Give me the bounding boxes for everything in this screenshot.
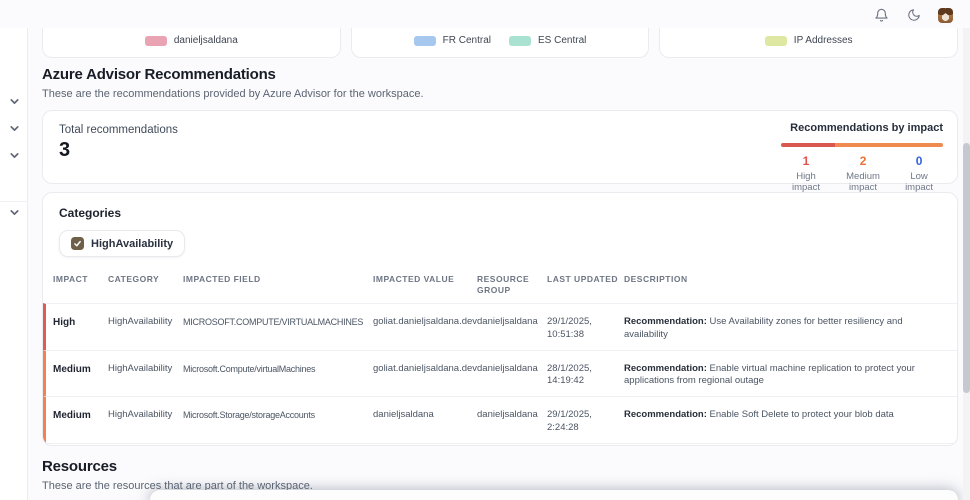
cell-category: HighAvailability	[108, 362, 173, 374]
col-header-category: CATEGORY	[108, 274, 160, 284]
legend-cards-row: danieljsaldana FR Central ES Central IP …	[42, 28, 959, 58]
cell-description: Recommendation: Enable Soft Delete to pr…	[624, 409, 949, 422]
legend-swatch	[509, 35, 531, 46]
legend-label: IP Addresses	[793, 35, 853, 46]
cell-resource-group: danieljsaldana	[477, 409, 538, 421]
chevron-down-icon[interactable]	[8, 122, 21, 135]
table-row[interactable]: Medium HighAvailability Microsoft.Comput…	[43, 349, 957, 397]
impact-distribution-bar	[781, 143, 943, 147]
cell-impact: Medium	[53, 363, 91, 375]
cell-last-updated: 29/1/2025, 10:51:38	[547, 315, 592, 340]
table-header-row: IMPACT CATEGORY IMPACTED FIELD IMPACTED …	[43, 270, 957, 303]
categories-title: Categories	[59, 206, 122, 220]
cell-impacted-value: goliat.danieljsaldana.dev	[373, 362, 478, 374]
legend-swatch	[413, 35, 436, 46]
medium-impact-count: 2	[859, 154, 867, 168]
legend-item[interactable]: ES Central	[509, 35, 586, 46]
advisor-section-header: Azure Advisor Recommendations These are …	[42, 66, 424, 100]
high-impact-count: 1	[802, 154, 810, 168]
page-title: Azure Advisor Recommendations	[42, 66, 276, 83]
low-impact-label: Low impact	[905, 171, 934, 193]
recommendations-table: IMPACT CATEGORY IMPACTED FIELD IMPACTED …	[43, 270, 957, 445]
resources-title: Resources	[42, 458, 117, 475]
col-header-impacted-value: IMPACTED VALUE	[373, 274, 455, 284]
medium-impact-label: Medium impact	[846, 171, 880, 193]
description-label: Recommendation:	[624, 362, 707, 374]
legend-card-resource-groups: danieljsaldana	[42, 28, 341, 58]
legend-item[interactable]: FR Central	[413, 35, 491, 46]
high-impact-stat: 1 High impact	[781, 154, 831, 193]
legend-label: danieljsaldana	[173, 35, 238, 46]
cell-last-updated: 28/1/2025, 14:19:42	[547, 362, 592, 387]
category-chip-highavailability[interactable]: HighAvailability	[59, 230, 186, 257]
legend-item[interactable]: danieljsaldana	[144, 35, 238, 46]
medium-impact-stat: 2 Medium impact	[831, 154, 895, 193]
impact-title: Recommendations by impact	[790, 122, 943, 134]
cell-category: HighAvailability	[108, 409, 173, 421]
page-scrollbar-thumb[interactable]	[963, 143, 970, 393]
description-label: Recommendation:	[624, 409, 707, 421]
high-impact-label: High impact	[791, 171, 820, 193]
category-chip-label: HighAvailability	[91, 237, 174, 250]
cell-last-updated: 29/1/2025, 2:24:28	[547, 409, 592, 433]
legend-card-regions: FR Central ES Central	[350, 28, 650, 58]
left-sidebar	[0, 0, 28, 500]
description-label: Recommendation:	[624, 315, 707, 327]
col-header-impact: IMPACT	[53, 274, 88, 284]
legend-card-resource-types: IP Addresses	[659, 28, 959, 58]
cell-impact: High	[53, 316, 76, 328]
low-impact-count: 0	[915, 154, 923, 168]
top-bar	[0, 0, 963, 28]
legend-item[interactable]: IP Addresses	[764, 35, 853, 46]
cell-description: Recommendation: Use Availability zones f…	[624, 316, 949, 342]
theme-toggle-moon-icon[interactable]	[905, 6, 923, 24]
legend-swatch	[764, 35, 787, 46]
resources-card-top-edge	[150, 490, 958, 500]
resources-section-header: Resources These are the resources that a…	[42, 458, 313, 492]
page-scrollbar-track[interactable]	[963, 28, 970, 500]
col-header-impacted-field: IMPACTED FIELD	[183, 274, 261, 284]
impact-bar-high-segment	[781, 143, 835, 147]
notifications-bell-icon[interactable]	[872, 6, 890, 24]
cell-impacted-value: danieljsaldana	[373, 409, 434, 421]
page-subtitle: These are the recommendations provided b…	[42, 88, 424, 100]
sidebar-divider	[0, 201, 28, 202]
chevron-down-icon[interactable]	[8, 149, 21, 162]
legend-swatch	[144, 35, 167, 46]
col-header-description: DESCRIPTION	[624, 274, 688, 284]
cell-description: Recommendation: Enable virtual machine r…	[624, 363, 949, 389]
total-recommendations: Total recommendations 3	[59, 124, 178, 162]
chevron-down-icon[interactable]	[8, 206, 21, 219]
recommendations-by-impact: Recommendations by impact 1 High impact …	[781, 122, 943, 193]
user-avatar[interactable]	[938, 7, 953, 23]
table-footer: Showing 1 - 3 of 3 1 ITEMS PER PAGE 20	[43, 442, 957, 445]
categories-card: Categories HighAvailability IMPACT CATEG…	[42, 192, 958, 446]
legend-label: ES Central	[538, 35, 587, 46]
total-recommendations-value: 3	[59, 139, 71, 161]
table-row[interactable]: Medium HighAvailability Microsoft.Storag…	[43, 396, 957, 443]
recommendations-summary-card: Total recommendations 3 Recommendations …	[42, 110, 958, 193]
cell-impacted-field: Microsoft.Storage/storageAccounts	[183, 410, 315, 421]
chevron-down-icon[interactable]	[8, 95, 21, 108]
checkbox-checked-icon[interactable]	[71, 237, 84, 250]
table-row[interactable]: High HighAvailability MICROSOFT.COMPUTE/…	[43, 302, 957, 350]
description-text: Enable Soft Delete to protect your blob …	[706, 409, 894, 421]
cell-resource-group: danieljsaldana	[477, 362, 538, 374]
cell-impacted-value: goliat.danieljsaldana.dev	[373, 315, 478, 327]
total-recommendations-label: Total recommendations	[59, 124, 178, 136]
col-header-last-updated: LAST UPDATED	[547, 274, 619, 284]
cell-impact: Medium	[53, 410, 91, 422]
cell-impacted-field: Microsoft.Compute/virtualMachines	[183, 363, 316, 374]
impact-bar-medium-segment	[834, 143, 943, 147]
cell-resource-group: danieljsaldana	[477, 315, 538, 327]
cell-impacted-field: MICROSOFT.COMPUTE/VIRTUALMACHINES	[183, 316, 364, 327]
col-header-resource-group: RESOURCE GROUP	[477, 274, 530, 296]
legend-label: FR Central	[442, 35, 491, 46]
low-impact-stat: 0 Low impact	[895, 154, 943, 193]
cell-category: HighAvailability	[108, 315, 173, 327]
